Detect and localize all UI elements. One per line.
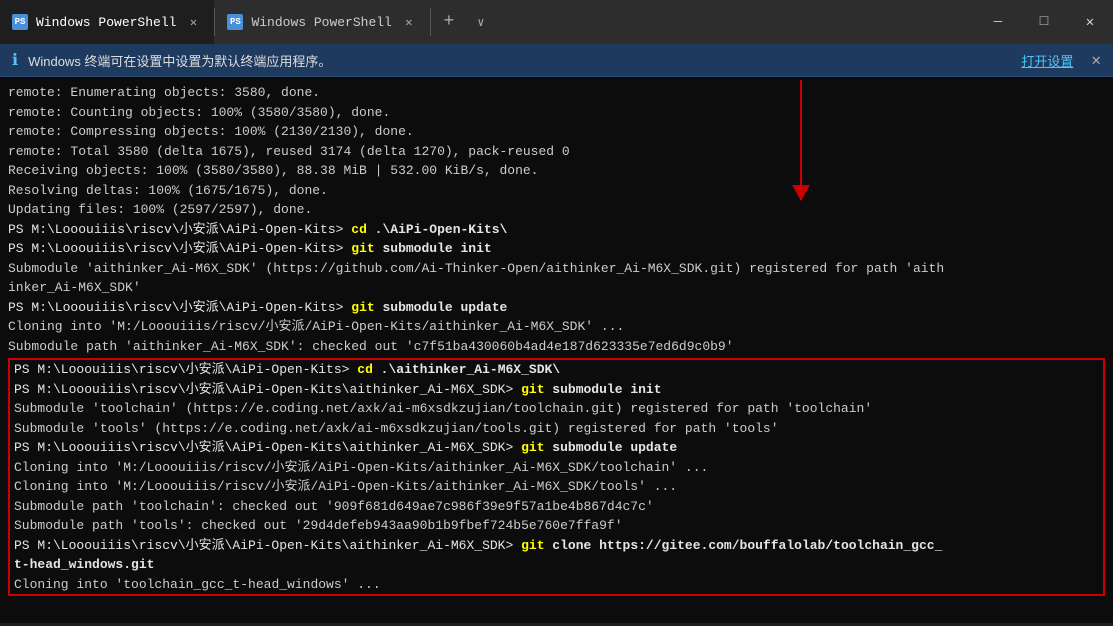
terminal-prompt-line: PS M:\Looouiiis\riscv\小安派\AiPi-Open-Kits…: [14, 438, 1099, 458]
open-settings-link[interactable]: 打开设置: [1021, 51, 1073, 70]
git-keyword: git: [521, 538, 544, 553]
powershell-icon-2: PS: [227, 14, 243, 30]
ps-path: PS M:\Looouiiis\riscv\小安派\AiPi-Open-Kits…: [14, 538, 513, 553]
git-keyword: git: [521, 440, 544, 455]
terminal-line: remote: Total 3580 (delta 1675), reused …: [8, 142, 1105, 162]
window-controls: — □ ✕: [975, 0, 1113, 44]
git-keyword: git: [521, 382, 544, 397]
tab-label-1: Windows PowerShell: [36, 15, 176, 30]
info-bar-close[interactable]: ✕: [1091, 50, 1101, 70]
ps-path: PS M:\Looouiiis\riscv\小安派\AiPi-Open-Kits…: [14, 440, 513, 455]
info-text: Windows 终端可在设置中设置为默认终端应用程序。: [28, 51, 1011, 70]
minimize-button[interactable]: —: [975, 0, 1021, 44]
git-keyword: git: [351, 300, 374, 315]
terminal-output[interactable]: remote: Enumerating objects: 3580, done.…: [0, 77, 1113, 623]
terminal-line: Cloning into 'M:/Looouiiis/riscv/小安派/AiP…: [8, 317, 1105, 337]
powershell-icon-1: PS: [12, 14, 28, 30]
ps-command: cd .\aithinker_Ai-M6X_SDK\: [349, 362, 560, 377]
terminal-line: Submodule path 'tools': checked out '29d…: [14, 516, 1099, 536]
terminal-line: Submodule path 'aithinker_Ai-M6X_SDK': c…: [8, 337, 1105, 357]
git-keyword: git: [351, 241, 374, 256]
info-icon: ℹ: [12, 50, 18, 70]
close-button[interactable]: ✕: [1067, 0, 1113, 44]
terminal-line: remote: Enumerating objects: 3580, done.: [8, 83, 1105, 103]
terminal-prompt-line: PS M:\Looouiiis\riscv\小安派\AiPi-Open-Kits…: [14, 536, 1099, 575]
terminal-line: Submodule 'aithinker_Ai-M6X_SDK' (https:…: [8, 259, 1105, 298]
terminal-line: Resolving deltas: 100% (1675/1675), done…: [8, 181, 1105, 201]
terminal-prompt-line: PS M:\Looouiiis\riscv\小安派\AiPi-Open-Kits…: [8, 298, 1105, 318]
terminal-line: remote: Counting objects: 100% (3580/358…: [8, 103, 1105, 123]
ps-command: git submodule update: [513, 440, 677, 455]
terminal-prompt-line: PS M:\Looouiiis\riscv\小安派\AiPi-Open-Kits…: [14, 360, 1099, 380]
terminal-line: Submodule 'toolchain' (https://e.coding.…: [14, 399, 1099, 419]
highlighted-block: PS M:\Looouiiis\riscv\小安派\AiPi-Open-Kits…: [8, 358, 1105, 596]
terminal-line: Submodule 'tools' (https://e.coding.net/…: [14, 419, 1099, 439]
terminal-line: Receiving objects: 100% (3580/3580), 88.…: [8, 161, 1105, 181]
terminal-line: Cloning into 'M:/Looouiiis/riscv/小安派/AiP…: [14, 477, 1099, 497]
tab-dropdown-button[interactable]: ∨: [467, 0, 495, 44]
tab-close-2[interactable]: ✕: [400, 13, 418, 31]
ps-path: PS M:\Looouiiis\riscv\小安派\AiPi-Open-Kits…: [8, 300, 343, 315]
ps-command: git submodule update: [343, 300, 507, 315]
ps-path: PS M:\Looouiiis\riscv\小安派\AiPi-Open-Kits…: [8, 241, 343, 256]
tab-powershell-1[interactable]: PS Windows PowerShell ✕: [0, 0, 214, 44]
new-tab-button[interactable]: +: [431, 0, 467, 44]
maximize-button[interactable]: □: [1021, 0, 1067, 44]
terminal-prompt-line: PS M:\Looouiiis\riscv\小安派\AiPi-Open-Kits…: [8, 220, 1105, 240]
app-window: PS Windows PowerShell ✕ PS Windows Power…: [0, 0, 1113, 623]
terminal-line: remote: Compressing objects: 100% (2130/…: [8, 122, 1105, 142]
title-bar-spacer: [495, 0, 975, 44]
tab-powershell-2[interactable]: PS Windows PowerShell ✕: [215, 0, 429, 44]
ps-command: cd .\AiPi-Open-Kits\: [343, 222, 507, 237]
ps-path: PS M:\Looouiiis\riscv\小安派\AiPi-Open-Kits…: [14, 362, 349, 377]
tab-label-2: Windows PowerShell: [251, 15, 391, 30]
terminal-line: Submodule path 'toolchain': checked out …: [14, 497, 1099, 517]
info-bar: ℹ Windows 终端可在设置中设置为默认终端应用程序。 打开设置 ✕: [0, 44, 1113, 77]
terminal-line: Updating files: 100% (2597/2597), done.: [8, 200, 1105, 220]
title-bar: PS Windows PowerShell ✕ PS Windows Power…: [0, 0, 1113, 44]
terminal-line: Cloning into 'toolchain_gcc_t-head_windo…: [14, 575, 1099, 595]
tab-close-1[interactable]: ✕: [184, 13, 202, 31]
terminal-prompt-line: PS M:\Looouiiis\riscv\小安派\AiPi-Open-Kits…: [8, 239, 1105, 259]
ps-command: git submodule init: [343, 241, 491, 256]
terminal-line: Cloning into 'M:/Looouiiis/riscv/小安派/AiP…: [14, 458, 1099, 478]
git-keyword: cd: [351, 222, 367, 237]
ps-path: PS M:\Looouiiis\riscv\小安派\AiPi-Open-Kits…: [8, 222, 343, 237]
git-keyword: cd: [357, 362, 373, 377]
ps-command: git submodule init: [513, 382, 661, 397]
terminal-prompt-line: PS M:\Looouiiis\riscv\小安派\AiPi-Open-Kits…: [14, 380, 1099, 400]
ps-path: PS M:\Looouiiis\riscv\小安派\AiPi-Open-Kits…: [14, 382, 513, 397]
